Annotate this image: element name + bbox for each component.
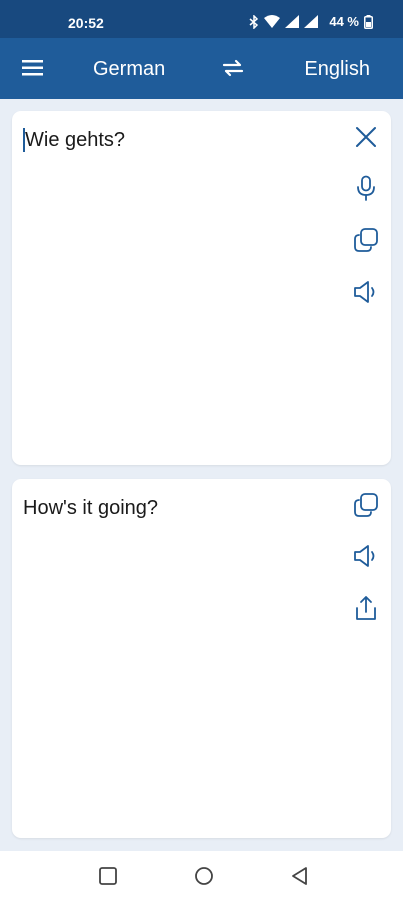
battery-icon [364, 14, 373, 29]
microphone-button[interactable] [352, 174, 380, 202]
speaker-icon [354, 545, 375, 567]
wifi-icon [264, 15, 281, 28]
home-icon [195, 867, 213, 885]
source-language-button[interactable]: German [93, 58, 165, 81]
target-language-button[interactable]: English [304, 58, 370, 81]
share-icon [356, 596, 376, 620]
swap-icon [222, 59, 244, 77]
copy-icon [354, 493, 378, 517]
signal-icon [304, 15, 319, 28]
speak-translation-button[interactable] [352, 542, 380, 570]
output-card: How's it going? [12, 479, 391, 838]
app-bar: German English [0, 38, 403, 99]
back-icon [292, 867, 307, 885]
status-time: 20:52 [68, 15, 104, 31]
copy-icon [354, 228, 378, 252]
back-button[interactable] [289, 865, 311, 887]
speak-source-button[interactable] [352, 278, 380, 306]
share-translation-button[interactable] [352, 594, 380, 622]
close-icon [356, 127, 376, 147]
translation-text: How's it going? [23, 497, 158, 519]
status-icons: 44 % [249, 14, 373, 29]
clear-button[interactable] [352, 123, 380, 151]
copy-translation-button[interactable] [352, 491, 380, 519]
signal-icon [285, 15, 300, 28]
status-bar: 20:52 44 % [0, 0, 403, 38]
recents-icon [99, 867, 117, 885]
speaker-icon [354, 281, 375, 303]
battery-level: 44 % [329, 14, 359, 29]
copy-source-button[interactable] [352, 226, 380, 254]
home-button[interactable] [193, 865, 215, 887]
microphone-icon [357, 175, 375, 201]
source-text-input[interactable]: Wie gehts? [23, 128, 125, 152]
menu-icon [22, 60, 43, 76]
bluetooth-icon [249, 14, 259, 29]
menu-button[interactable] [21, 57, 45, 79]
input-card: Wie gehts? [12, 111, 391, 465]
system-nav-bar [0, 851, 403, 900]
recents-button[interactable] [97, 865, 119, 887]
swap-languages-button[interactable] [221, 56, 245, 80]
